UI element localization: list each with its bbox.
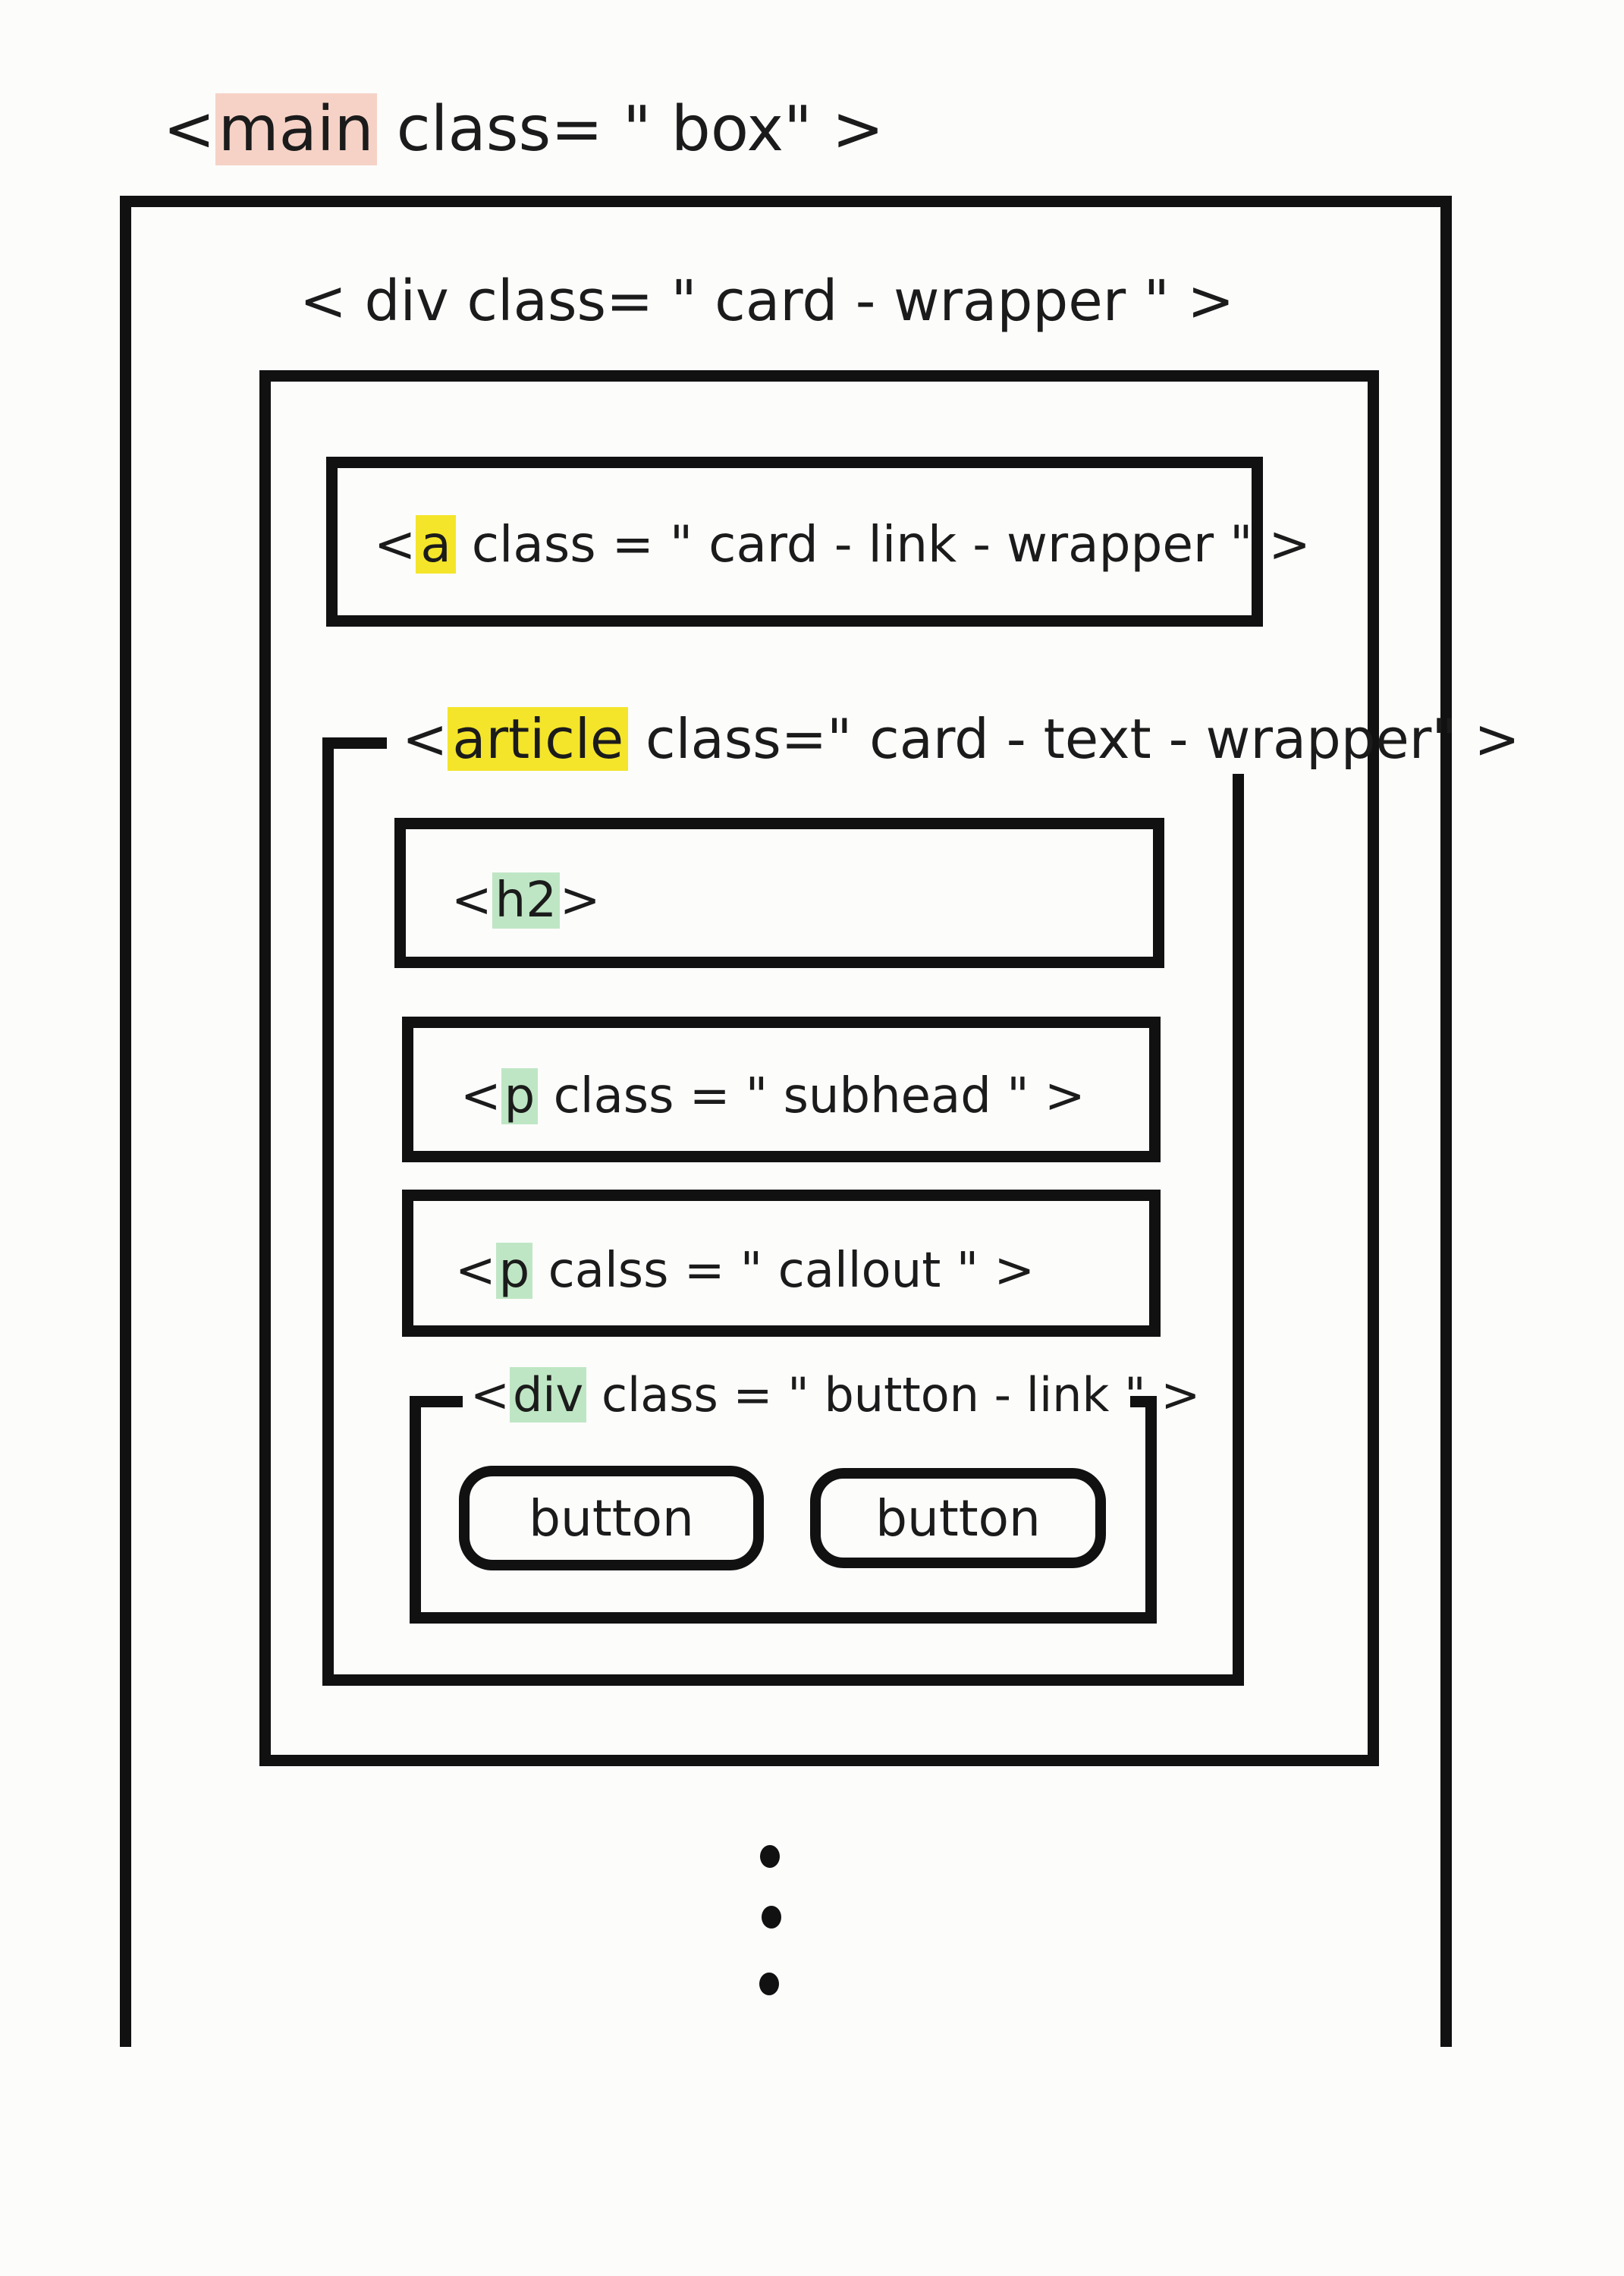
card-link-wrapper-box[interactable]: <a class = " card - link - wrapper " > [326,457,1311,627]
card-text-wrapper-label: <article class=" card - text - wrapper" … [402,707,1520,771]
button-2[interactable]: button [810,1468,1106,1568]
button-link-tag: div [509,1367,587,1422]
subhead-label: <p class = " subhead " > [460,1068,1085,1124]
h2-tag: h2 [492,872,560,929]
a-tag: a [416,515,456,574]
ellipsis-dot-1 [760,1845,780,1868]
h2-label: <h2> [451,872,601,929]
ellipsis-dot-3 [759,1973,779,1995]
subhead-tag: p [501,1068,539,1124]
main-label: <main class= " box" > [163,93,884,165]
main-tag: main [215,93,377,165]
card-wrapper-label: < div class= " card - wrapper " > [300,269,1235,334]
callout-box: <p calss = " callout " > [402,1190,1161,1337]
button-1[interactable]: button [459,1466,764,1570]
button-link-label: <div class = " button - link " > [470,1367,1201,1422]
article-tag: article [448,707,629,771]
subhead-box: <p class = " subhead " > [402,1017,1161,1162]
callout-tag: p [495,1243,533,1299]
callout-label: <p calss = " callout " > [455,1243,1035,1299]
ellipsis-dot-2 [762,1906,781,1929]
card-link-wrapper-label: <a class = " card - link - wrapper " > [374,515,1311,574]
h2-box: <h2> [394,818,1164,968]
